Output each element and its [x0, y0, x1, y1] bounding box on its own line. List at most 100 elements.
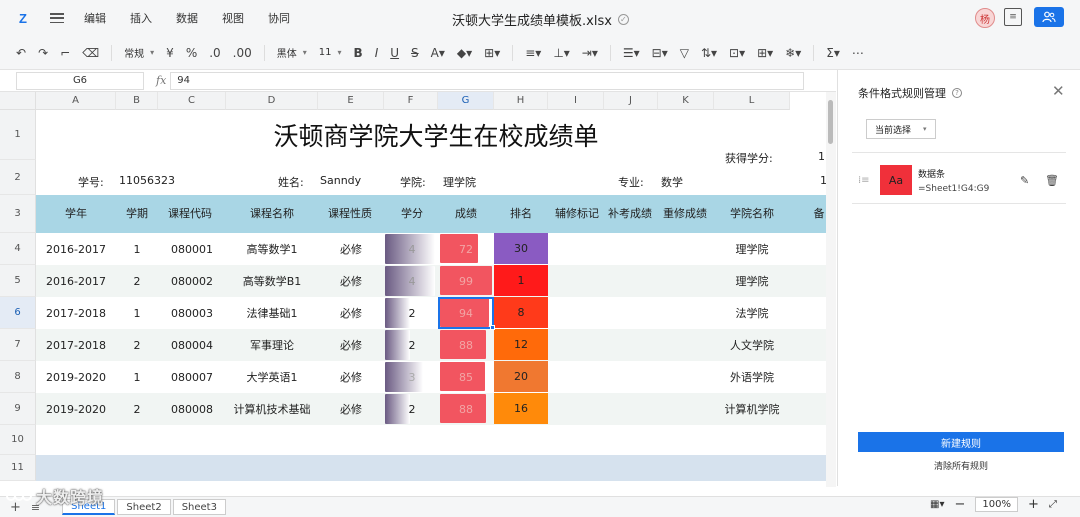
drag-handle-icon[interactable]: ⁞≡ [858, 175, 870, 186]
cell-course[interactable]: 计算机技术基础 [226, 393, 318, 425]
share-button[interactable] [1034, 7, 1064, 27]
cell-code[interactable]: 080004 [158, 329, 226, 361]
select-all-corner[interactable] [0, 92, 36, 110]
cell-nature[interactable]: 必修 [318, 233, 384, 265]
cell-year[interactable]: 2016-2017 [36, 233, 116, 265]
header-college[interactable]: 学院名称 [730, 195, 774, 233]
vertical-scrollbar[interactable] [826, 92, 836, 487]
undo-icon[interactable]: ↶ [16, 46, 26, 60]
strikethrough-icon[interactable]: S [411, 46, 419, 60]
column-header-c[interactable]: C [158, 92, 226, 110]
underline-icon[interactable]: U [390, 46, 399, 60]
cell-rank[interactable]: 30 [494, 233, 548, 264]
cell-reference-box[interactable]: G6 [16, 71, 144, 90]
menu-view[interactable]: 视图 [222, 10, 244, 26]
cell-nature[interactable]: 必修 [318, 329, 384, 361]
header-code[interactable]: 课程代码 [168, 195, 212, 233]
cell-rank[interactable]: 16 [494, 393, 548, 424]
row-header-8[interactable]: 8 [0, 361, 36, 393]
horizontal-align-icon[interactable]: ≡▾ [525, 46, 541, 60]
column-header-l[interactable]: L [714, 92, 790, 110]
sum-icon[interactable]: Σ ▾ [826, 46, 840, 60]
student-id-value[interactable]: 11056323 [119, 174, 175, 187]
header-nature[interactable]: 课程性质 [328, 195, 372, 233]
cell-nature[interactable]: 必修 [318, 297, 384, 329]
font-size-select[interactable]: 11 ▾ [319, 47, 342, 58]
rule-item[interactable]: ⁞≡ Aa 数据条 =Sheet1!G4:G9 ✎ 🗑 [852, 152, 1066, 204]
vertical-align-icon[interactable]: ⊥▾ [553, 46, 569, 60]
cell-score[interactable]: 88 [439, 393, 493, 425]
header-course[interactable]: 课程名称 [250, 195, 294, 233]
cell-term[interactable]: 1 [116, 297, 158, 329]
header-repeat[interactable]: 重修成绩 [663, 195, 707, 233]
vertical-scroll-thumb[interactable] [828, 100, 833, 144]
font-color-icon[interactable]: A▾ [431, 46, 445, 60]
row-header-1[interactable]: 1 [0, 110, 36, 160]
cell-year[interactable]: 2017-2018 [36, 297, 116, 329]
cell-term[interactable]: 2 [116, 329, 158, 361]
cell-rank[interactable]: 12 [494, 329, 548, 360]
cell-year[interactable]: 2019-2020 [36, 361, 116, 393]
cell-year[interactable]: 2019-2020 [36, 393, 116, 425]
credit-value[interactable]: 1 [818, 150, 825, 163]
row-header-9[interactable]: 9 [0, 393, 36, 425]
bold-icon[interactable]: B [354, 46, 363, 60]
header-term[interactable]: 学期 [116, 195, 158, 233]
header-note[interactable]: 备 [812, 195, 826, 233]
column-header-i[interactable]: I [548, 92, 604, 110]
cell-year[interactable]: 2017-2018 [36, 329, 116, 361]
column-header-b[interactable]: B [116, 92, 158, 110]
cell-code[interactable]: 080001 [158, 233, 226, 265]
cell-course[interactable]: 法律基础1 [226, 297, 318, 329]
table-style-icon[interactable]: ⊡▾ [729, 46, 745, 60]
cell-college[interactable]: 人文学院 [714, 329, 790, 361]
header-minor[interactable]: 辅修标记 [555, 195, 599, 233]
sheet-title[interactable]: 沃顿商学院大学生在校成绩单 [36, 110, 836, 160]
major-value[interactable]: 数学 [661, 174, 683, 190]
header-year[interactable]: 学年 [36, 195, 116, 233]
credit-label[interactable]: 获得学分: [725, 150, 773, 166]
more-icon[interactable]: ⋯ [852, 46, 864, 60]
menu-collaborate[interactable]: 协同 [268, 10, 290, 26]
row-header-6[interactable]: 6 [0, 297, 36, 329]
scope-select[interactable]: 当前选择 ▾ [866, 119, 936, 139]
cell-nature[interactable]: 必修 [318, 361, 384, 393]
row-header-10[interactable]: 10 [0, 425, 36, 455]
cell-score[interactable]: 88 [439, 329, 493, 361]
font-family-select[interactable]: 黑体 ▾ [277, 45, 307, 60]
fill-color-icon[interactable]: ◆▾ [457, 46, 472, 60]
column-header-d[interactable]: D [226, 92, 318, 110]
cell-credit[interactable]: 2 [385, 329, 439, 361]
cell-rank[interactable]: 1 [494, 265, 548, 296]
hamburger-menu-icon[interactable] [50, 13, 64, 23]
comment-icon[interactable]: ≡ [1004, 8, 1022, 26]
edit-pencil-icon[interactable]: ✎ [1020, 174, 1029, 187]
row-header-7[interactable]: 7 [0, 329, 36, 361]
cell-term[interactable]: 2 [116, 393, 158, 425]
row-header-4[interactable]: 4 [0, 233, 36, 265]
sort-icon[interactable]: ⇅▾ [701, 46, 717, 60]
cell-college[interactable]: 理学院 [714, 265, 790, 297]
fill-handle[interactable] [490, 325, 495, 330]
name-value[interactable]: Sanndy [320, 174, 361, 187]
help-icon[interactable]: ? [952, 88, 962, 98]
cell-code[interactable]: 080007 [158, 361, 226, 393]
row-header-5[interactable]: 5 [0, 265, 36, 297]
header-makeup[interactable]: 补考成绩 [608, 195, 652, 233]
cell-credit[interactable]: 4 [385, 265, 439, 297]
number-format-select[interactable]: 常规 ▾ [124, 45, 154, 60]
college-label[interactable]: 学院: [400, 174, 426, 190]
cell-college[interactable]: 理学院 [714, 233, 790, 265]
cell-rank[interactable]: 8 [494, 297, 548, 328]
clear-all-rules-link[interactable]: 清除所有规则 [858, 459, 1064, 472]
cell-code[interactable]: 080002 [158, 265, 226, 297]
user-avatar[interactable]: 杨 [975, 8, 995, 28]
cell-course[interactable]: 军事理论 [226, 329, 318, 361]
column-header-h[interactable]: H [494, 92, 548, 110]
cell-credit[interactable]: 4 [385, 233, 439, 265]
row-11-fill[interactable] [36, 455, 826, 481]
menu-edit[interactable]: 编辑 [84, 10, 106, 26]
header-rank[interactable]: 排名 [494, 195, 548, 233]
sheet-tab-3[interactable]: Sheet3 [172, 499, 226, 515]
row-header-2[interactable]: 2 [0, 160, 36, 195]
